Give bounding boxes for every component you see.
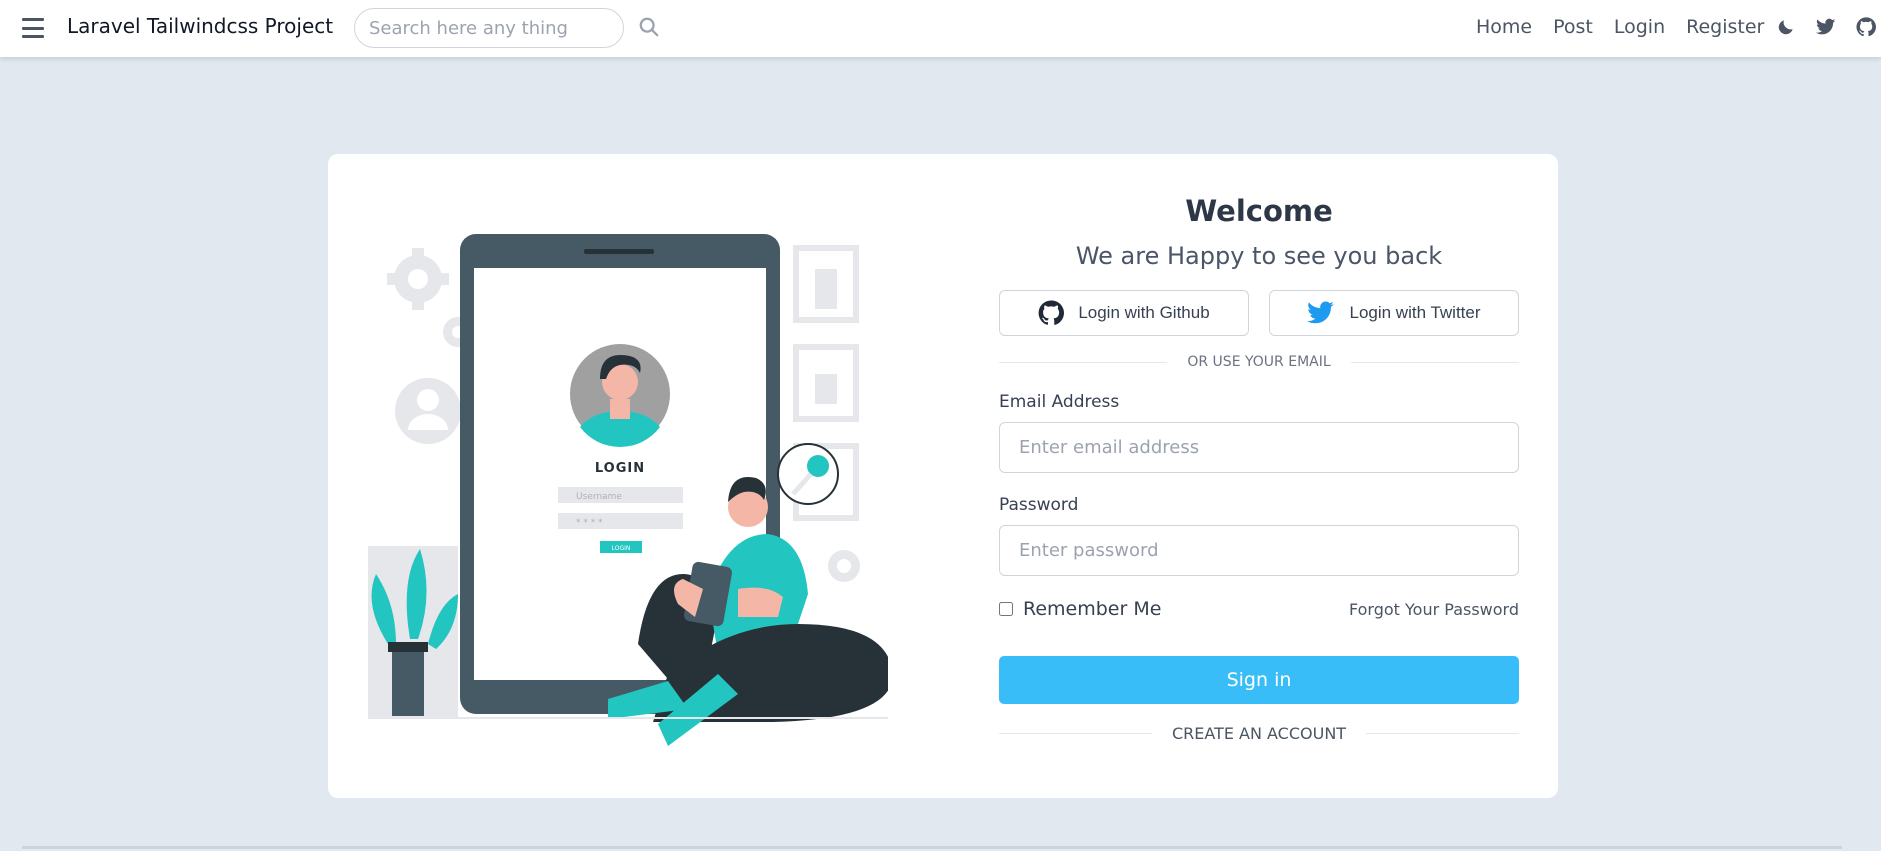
- email-label: Email Address: [999, 392, 1120, 412]
- create-account-divider: CREATE AN ACCOUNT: [999, 724, 1519, 743]
- login-github-button[interactable]: Login with Github: [999, 290, 1249, 336]
- login-illustration: LOGIN Username * * * * LOGIN: [368, 234, 893, 754]
- menu-icon[interactable]: [22, 18, 44, 38]
- password-label: Password: [999, 495, 1079, 515]
- forgot-password-link[interactable]: Forgot Your Password: [1349, 600, 1519, 619]
- illustration-login-button: LOGIN: [612, 545, 631, 552]
- illustration-login-title: LOGIN: [595, 461, 645, 476]
- remember-me[interactable]: Remember Me: [999, 598, 1161, 620]
- social-login-row: Login with Github Login with Twitter: [999, 290, 1519, 336]
- twitter-icon[interactable]: [1815, 16, 1837, 38]
- login-twitter-label: Login with Twitter: [1349, 303, 1481, 322]
- nav-link-login[interactable]: Login: [1614, 16, 1665, 38]
- divider-line: [1350, 361, 1520, 363]
- search-icon[interactable]: [638, 16, 662, 40]
- search-input[interactable]: [354, 8, 624, 48]
- welcome-subtitle: We are Happy to see you back: [1075, 242, 1443, 270]
- nav-link-home[interactable]: Home: [1476, 16, 1532, 38]
- brand-title[interactable]: Laravel Tailwindcss Project: [67, 14, 333, 38]
- nav-link-register[interactable]: Register: [1686, 16, 1764, 38]
- email-field[interactable]: [999, 422, 1519, 473]
- nav-links: Home Post Login Register: [1476, 16, 1785, 38]
- password-field[interactable]: [999, 525, 1519, 576]
- login-card: LOGIN Username * * * * LOGIN Welcome We …: [328, 154, 1558, 798]
- github-icon[interactable]: [1855, 16, 1877, 38]
- remember-row: Remember Me Forgot Your Password: [999, 598, 1519, 620]
- remember-label: Remember Me: [1023, 598, 1162, 620]
- divider-line: [999, 733, 1152, 734]
- twitter-icon: [1307, 301, 1335, 324]
- illustration-password: * * * *: [576, 518, 603, 528]
- create-account-link[interactable]: CREATE AN ACCOUNT: [1152, 724, 1366, 743]
- moon-icon[interactable]: [1775, 16, 1797, 38]
- welcome-heading: Welcome: [1185, 194, 1333, 228]
- nav-icons: [1775, 16, 1881, 38]
- divider-label: OR USE YOUR EMAIL: [1187, 354, 1331, 370]
- email-divider: OR USE YOUR EMAIL: [999, 354, 1520, 370]
- login-form: Welcome We are Happy to see you back Log…: [999, 194, 1520, 743]
- sign-in-button[interactable]: Sign in: [999, 656, 1519, 704]
- nav-link-post[interactable]: Post: [1553, 16, 1593, 38]
- horizontal-scrollbar[interactable]: [22, 846, 1842, 849]
- divider-line: [1366, 733, 1519, 734]
- github-icon: [1038, 300, 1065, 325]
- navbar: Laravel Tailwindcss Project Home Post Lo…: [0, 0, 1881, 57]
- login-github-label: Login with Github: [1078, 303, 1210, 322]
- search-wrapper: [354, 8, 624, 48]
- remember-checkbox[interactable]: [999, 602, 1013, 616]
- login-twitter-button[interactable]: Login with Twitter: [1269, 290, 1519, 336]
- divider-line: [999, 361, 1168, 363]
- illustration-username: Username: [576, 492, 622, 502]
